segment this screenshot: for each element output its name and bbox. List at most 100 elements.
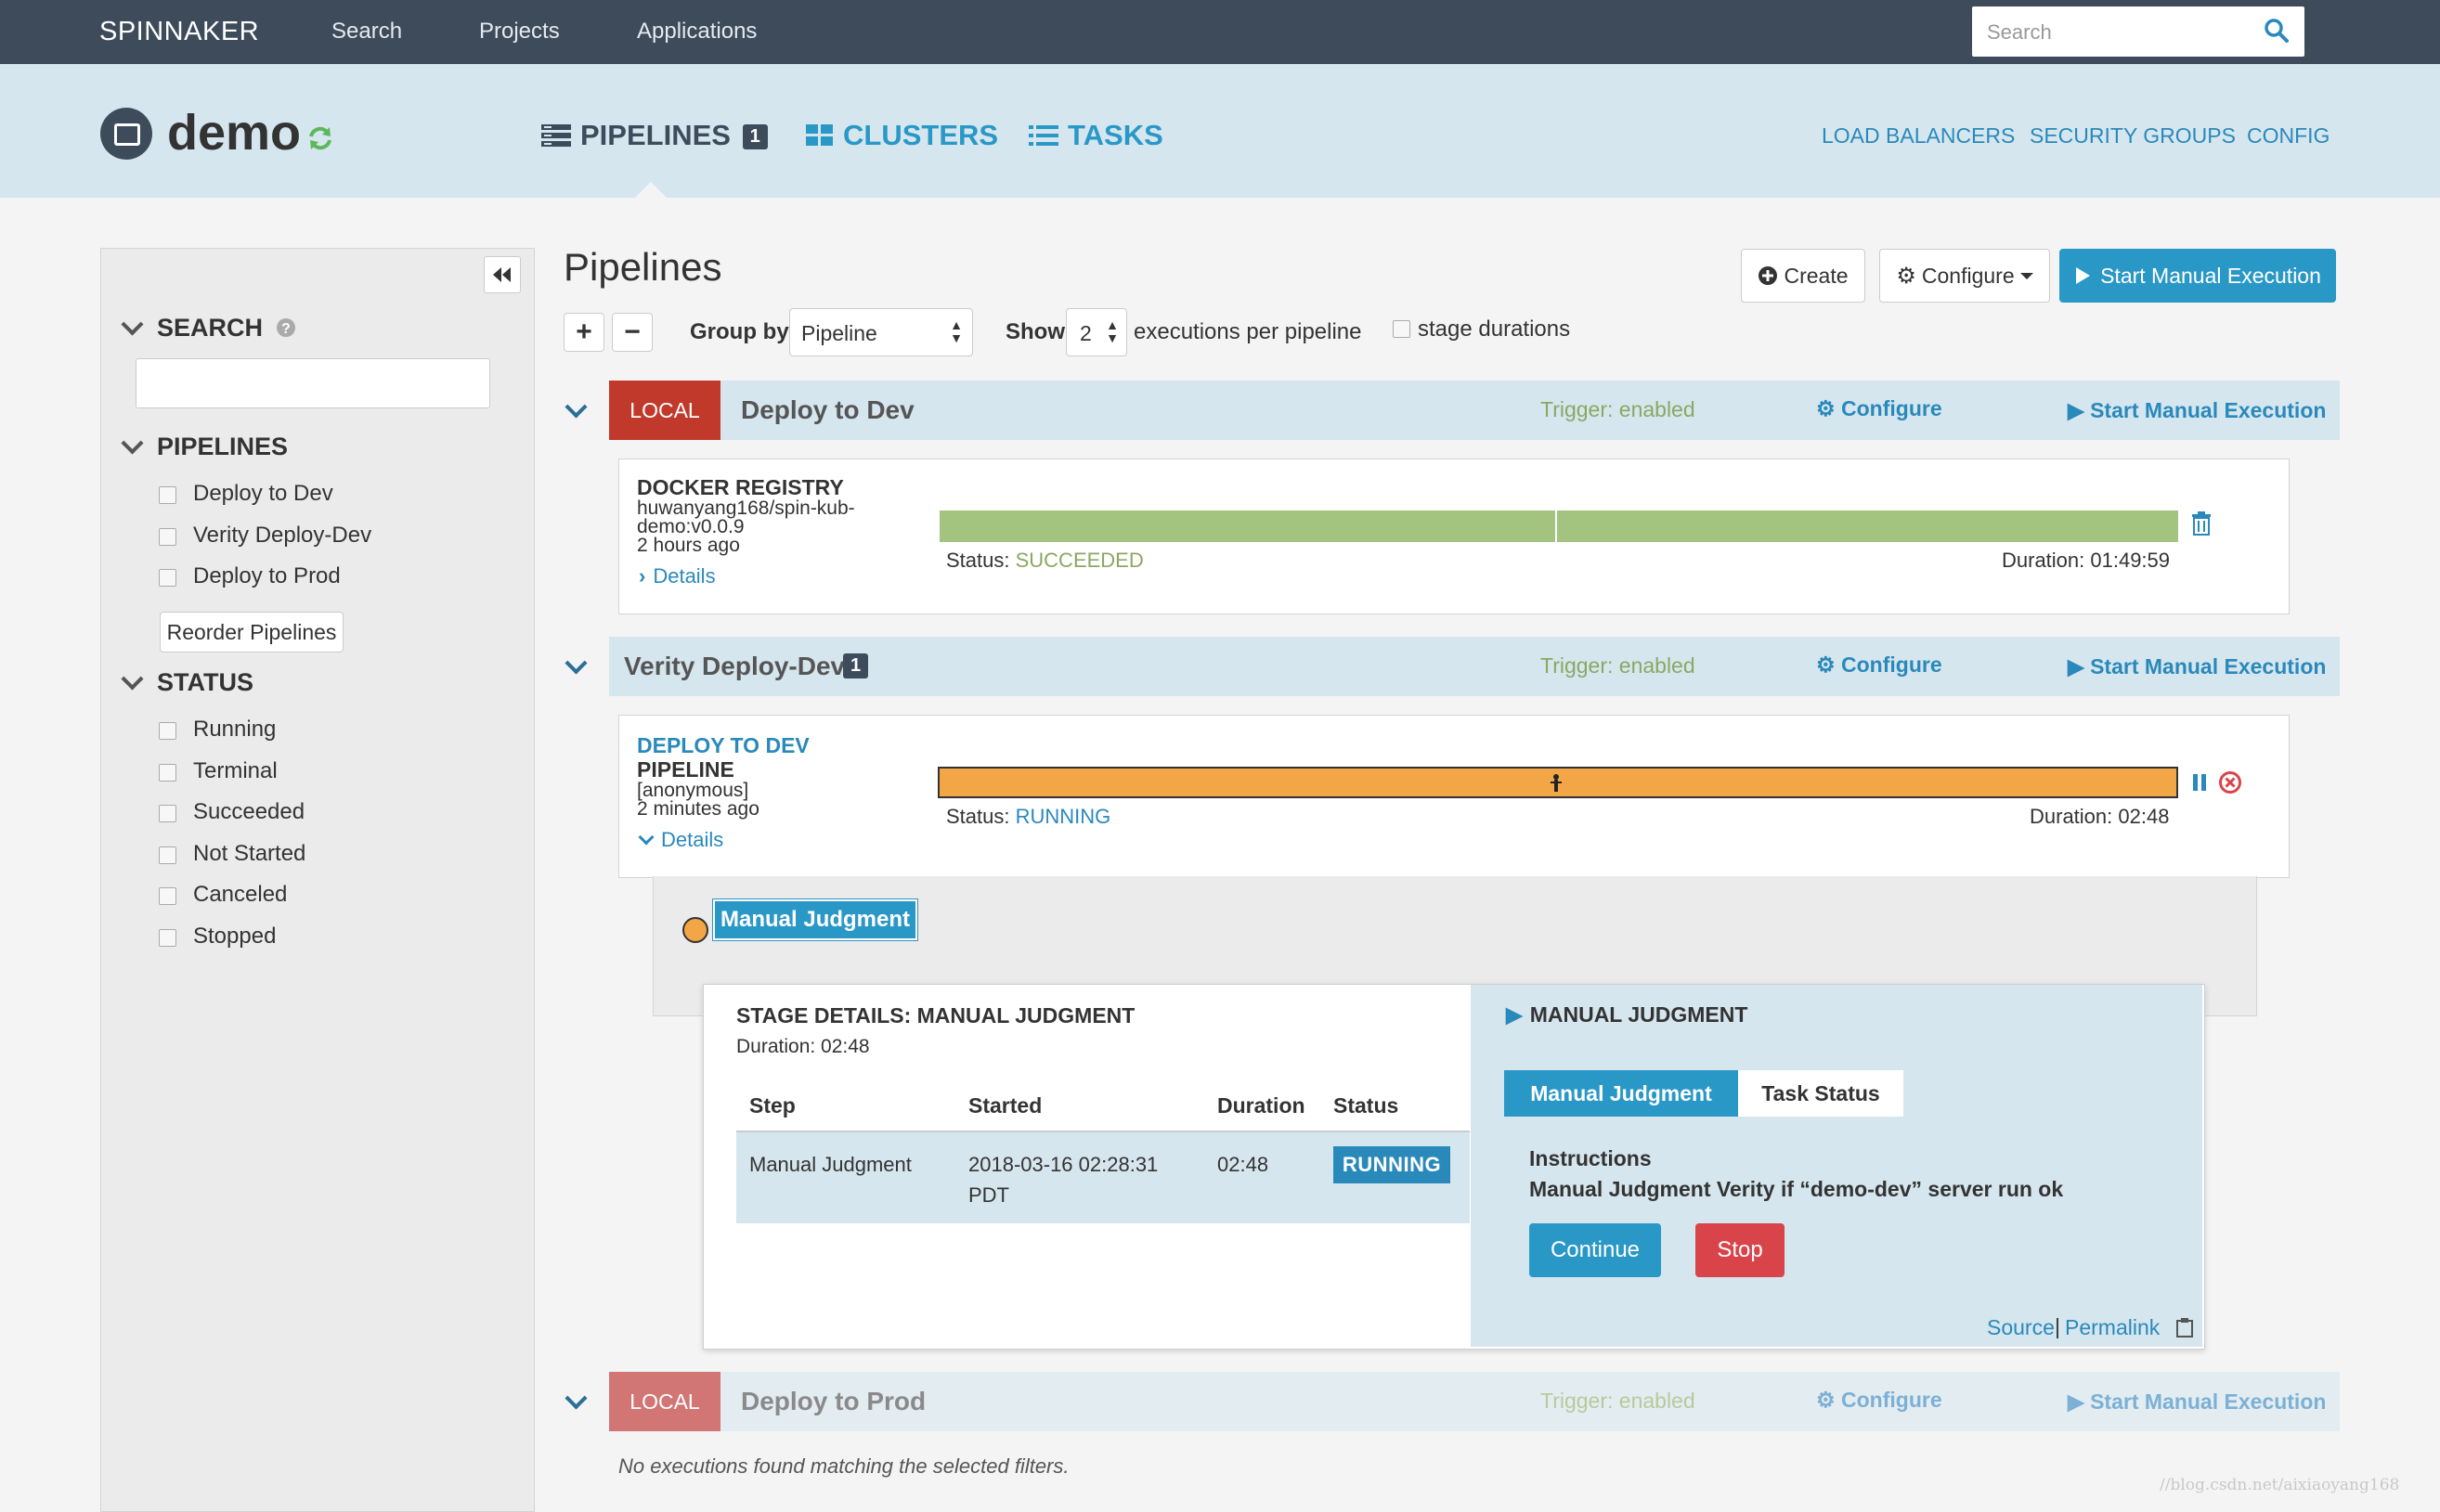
stage-durations-checkbox[interactable] (1393, 320, 1410, 338)
trigger-type: DOCKER REGISTRY (637, 475, 844, 499)
nav-applications-link[interactable]: Applications (637, 19, 757, 45)
pipeline-configure-link[interactable]: ⚙ Configure (1816, 653, 1942, 678)
local-badge: LOCAL (609, 1372, 720, 1431)
details-toggle[interactable]: › Details (639, 564, 716, 588)
pipeline-configure-label: Configure (1841, 653, 1942, 677)
configure-button-label: Configure (1921, 263, 2015, 288)
configure-dropdown-button[interactable]: ⚙ Configure (1879, 249, 2050, 303)
trigger-pipeline-link[interactable]: DEPLOY TO DEV (637, 733, 810, 758)
tab-pipelines[interactable]: PIPELINES 1 (541, 119, 768, 152)
status-label-terminal[interactable]: Terminal (193, 758, 278, 784)
start-manual-execution-button[interactable]: Start Manual Execution (2059, 249, 2336, 303)
column-header-duration: Duration (1217, 1093, 1305, 1118)
group-collapse-toggle[interactable] (565, 395, 588, 420)
chevron-down-icon (565, 395, 588, 419)
trigger-user: [anonymous] (637, 780, 749, 801)
manual-judgment-stage-label[interactable]: Manual Judgment (711, 898, 919, 941)
executions-count-select[interactable]: 2 ▲ ▼ (1066, 308, 1127, 356)
filter-checkbox-deploy-to-dev[interactable] (159, 486, 176, 504)
step-started-date: 2018-03-16 02:28:31 (968, 1153, 1159, 1176)
status-value: SUCCEEDED (1015, 549, 1144, 572)
group-by-select[interactable]: Pipeline ▲ ▼ (789, 308, 973, 356)
tab-manual-judgment[interactable]: Manual Judgment (1504, 1070, 1738, 1117)
nav-search-link[interactable]: Search (331, 19, 402, 45)
details-label: Details (661, 828, 724, 851)
reorder-pipelines-button[interactable]: Reorder Pipelines (160, 612, 344, 653)
tab-clusters[interactable]: CLUSTERS (806, 119, 998, 152)
execution-status: Status: SUCCEEDED (946, 549, 1144, 573)
security-groups-link[interactable]: SECURITY GROUPS (2030, 123, 2236, 149)
search-filter-heading[interactable]: SEARCH ? (121, 313, 296, 342)
filter-label-deploy-to-dev[interactable]: Deploy to Dev (193, 481, 333, 507)
play-icon: ▶ (2068, 654, 2084, 678)
status-label-stopped[interactable]: Stopped (193, 924, 276, 950)
details-toggle[interactable]: Details (637, 828, 723, 852)
status-label-succeeded[interactable]: Succeeded (193, 799, 305, 825)
filter-label-verity-deploy-dev[interactable]: Verity Deploy-Dev (193, 523, 371, 549)
expand-all-button[interactable]: + (564, 313, 604, 352)
execution-status: Status: RUNNING (946, 805, 1110, 829)
create-button[interactable]: Create (1741, 249, 1865, 303)
status-checkbox-not-started[interactable] (159, 846, 176, 864)
tab-task-status[interactable]: Task Status (1738, 1070, 1903, 1117)
plus-icon: + (576, 317, 592, 347)
status-value: RUNNING (1015, 805, 1111, 828)
link-separator: | (2055, 1314, 2060, 1338)
executions-per-pipeline-label: executions per pipeline (1134, 319, 1362, 344)
search-icon[interactable] (2264, 18, 2290, 44)
pause-icon[interactable] (2191, 772, 2208, 793)
collapse-sidebar-button[interactable] (484, 256, 521, 293)
pipeline-configure-link[interactable]: ⚙ Configure (1816, 1388, 1942, 1413)
pipeline-start-execution-link[interactable]: ▶ Start Manual Execution (2068, 1389, 2326, 1415)
stage-node[interactable] (682, 917, 708, 943)
pipeline-configure-link[interactable]: ⚙ Configure (1816, 396, 1942, 421)
status-checkbox-terminal[interactable] (159, 764, 176, 782)
sidebar-search-input[interactable] (136, 358, 490, 408)
source-link[interactable]: Source (1987, 1315, 2055, 1340)
manual-judgment-heading-label: MANUAL JUDGMENT (1529, 1002, 1748, 1027)
filter-label-deploy-to-prod[interactable]: Deploy to Prod (193, 563, 341, 589)
status-checkbox-succeeded[interactable] (159, 805, 176, 822)
status-label: Status: (946, 549, 1010, 572)
global-search-input[interactable] (1985, 16, 2249, 49)
stop-button[interactable]: Stop (1695, 1223, 1785, 1277)
pipeline-start-execution-link[interactable]: ▶ Start Manual Execution (2068, 654, 2326, 679)
status-label-canceled[interactable]: Canceled (193, 882, 287, 908)
group-collapse-toggle[interactable] (565, 1387, 588, 1411)
running-count-badge: 1 (843, 653, 869, 678)
status-label-not-started[interactable]: Not Started (193, 841, 305, 867)
status-checkbox-running[interactable] (159, 722, 176, 740)
status-checkbox-stopped[interactable] (159, 929, 176, 947)
tab-tasks[interactable]: TASKS (1029, 119, 1163, 152)
refresh-icon[interactable] (306, 124, 334, 152)
status-checkbox-canceled[interactable] (159, 887, 176, 905)
filter-checkbox-deploy-to-prod[interactable] (159, 569, 176, 587)
status-label-running[interactable]: Running (193, 717, 276, 743)
pipelines-filter-heading[interactable]: PIPELINES (121, 432, 288, 461)
trash-icon[interactable] (2191, 511, 2212, 536)
manual-judgment-section-heading[interactable]: ▶ MANUAL JUDGMENT (1506, 1002, 1747, 1027)
nav-projects-link[interactable]: Projects (479, 19, 560, 45)
pipeline-name: Deploy to Dev (741, 395, 915, 424)
clipboard-icon[interactable] (2175, 1317, 2194, 1338)
create-button-label: Create (1784, 263, 1849, 288)
group-collapse-toggle[interactable] (565, 652, 588, 676)
execution-progress-bar[interactable] (940, 510, 2178, 542)
collapse-all-button[interactable]: − (612, 313, 653, 352)
pipeline-start-execution-link[interactable]: ▶ Start Manual Execution (2068, 398, 2326, 423)
trigger-status: Trigger: enabled (1540, 653, 1695, 678)
filter-checkbox-verity-deploy-dev[interactable] (159, 528, 176, 546)
pipeline-start-execution-label: Start Manual Execution (2090, 1389, 2327, 1414)
brand-logo[interactable]: SPINNAKER (99, 17, 259, 47)
execution-progress-track (940, 510, 2178, 542)
config-link[interactable]: CONFIG (2247, 123, 2330, 149)
trigger-image-line2: demo:v0.0.9 (637, 516, 745, 537)
permalink-link[interactable]: Permalink (2065, 1315, 2160, 1340)
cancel-execution-icon[interactable] (2218, 770, 2242, 795)
load-balancers-link[interactable]: LOAD BALANCERS (1822, 123, 2015, 149)
status-filter-heading[interactable]: STATUS (121, 667, 253, 697)
help-icon[interactable]: ? (276, 317, 296, 338)
caret-right-icon: ▶ (1506, 1002, 1523, 1027)
stage-durations-label[interactable]: stage durations (1418, 317, 1570, 342)
continue-button[interactable]: Continue (1529, 1223, 1661, 1277)
